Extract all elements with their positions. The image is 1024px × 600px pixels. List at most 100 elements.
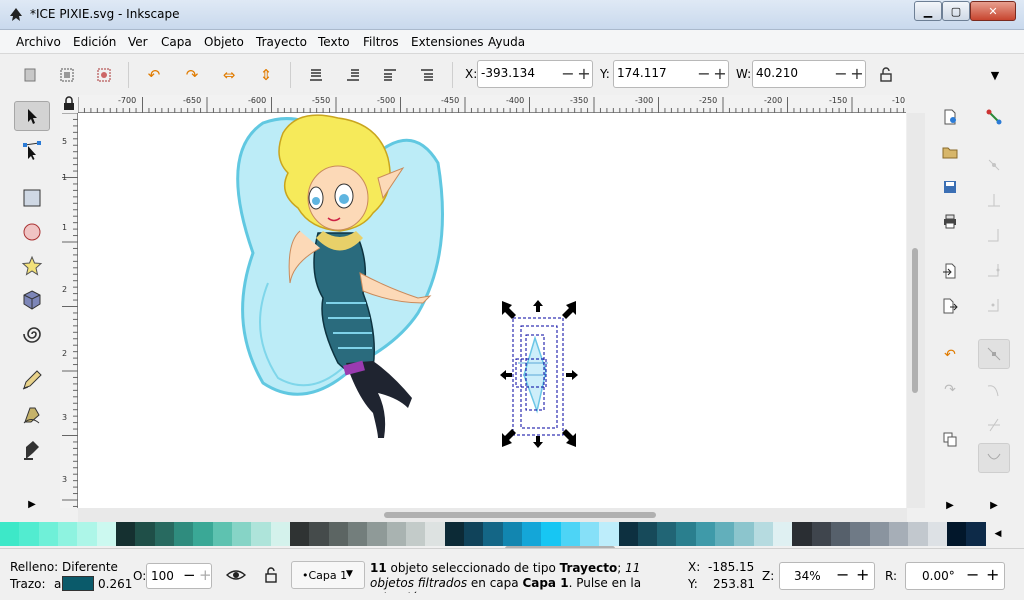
x-decrement-button[interactable]: −	[560, 64, 576, 84]
close-button[interactable]: ✕	[970, 1, 1016, 21]
pencil-tool-icon[interactable]	[14, 365, 50, 395]
palette-swatch[interactable]	[193, 522, 213, 546]
undo-icon[interactable]: ↶	[938, 343, 962, 367]
rotate-increment-button[interactable]: +	[986, 565, 999, 584]
palette-swatch[interactable]	[115, 522, 136, 546]
palette-swatch[interactable]	[386, 522, 406, 546]
palette-swatch[interactable]	[463, 522, 484, 546]
palette-swatch[interactable]	[850, 522, 870, 546]
palette-swatch[interactable]	[135, 522, 155, 546]
palette-swatch[interactable]	[425, 522, 445, 546]
palette-swatch[interactable]	[637, 522, 658, 546]
palette-swatch[interactable]	[792, 522, 812, 546]
minimize-button[interactable]: ▁	[914, 1, 942, 21]
snap-bbox-center-icon[interactable]	[982, 293, 1006, 317]
opacity-spinbox[interactable]: 100 − +	[146, 563, 212, 589]
calligraphy-tool-icon[interactable]	[14, 435, 50, 465]
palette-swatch[interactable]	[405, 522, 426, 546]
lower-icon[interactable]	[341, 63, 365, 87]
zoom-spinbox[interactable]: 34% − +	[779, 562, 875, 590]
w-decrement-button[interactable]: −	[833, 64, 849, 84]
maximize-button[interactable]: ▢	[942, 1, 970, 21]
import-icon[interactable]	[938, 259, 962, 283]
palette-swatch[interactable]	[57, 522, 78, 546]
snap-bbox-icon[interactable]	[982, 153, 1006, 177]
layer-dropdown[interactable]: •Capa 1 ▼	[291, 561, 365, 589]
snap-enable-icon[interactable]	[982, 105, 1006, 129]
palette-swatch[interactable]	[676, 522, 696, 546]
rotate-ccw-icon[interactable]: ↶	[142, 63, 166, 87]
fill-value[interactable]: Diferente	[62, 560, 118, 574]
layer-visibility-eye-icon[interactable]	[225, 567, 247, 583]
save-icon[interactable]	[938, 175, 962, 199]
palette-swatch[interactable]	[154, 522, 174, 546]
palette-swatch[interactable]	[270, 522, 290, 546]
zoom-out-button[interactable]: −	[836, 565, 849, 584]
toolbar-overflow-icon[interactable]: ▼	[983, 63, 1007, 87]
flip-horizontal-icon[interactable]: ⇔	[217, 63, 241, 87]
w-input[interactable]	[756, 66, 834, 80]
palette-swatch[interactable]	[869, 522, 890, 546]
palette-swatch[interactable]	[753, 522, 774, 546]
zoom-value[interactable]: 34%	[794, 569, 821, 583]
print-icon[interactable]	[938, 209, 962, 233]
menu-objeto[interactable]: Objeto	[204, 35, 244, 49]
menu-trayecto[interactable]: Trayecto	[256, 35, 307, 49]
toolbox-more-icon[interactable]: ▶	[14, 489, 50, 519]
y-spinbox[interactable]: − +	[613, 60, 729, 88]
x-spinbox[interactable]: − +	[477, 60, 593, 88]
lower-to-bottom-icon[interactable]	[304, 63, 328, 87]
menu-ayuda[interactable]: Ayuda	[488, 35, 525, 49]
rotation-value[interactable]: 0.00°	[922, 569, 955, 583]
rotate-decrement-button[interactable]: −	[966, 565, 979, 584]
ellipse-tool-icon[interactable]	[14, 217, 50, 247]
y-decrement-button[interactable]: −	[696, 64, 712, 84]
snap-more-icon[interactable]: ▶	[982, 493, 1006, 517]
commands-more-icon[interactable]: ▶	[938, 493, 962, 517]
palette-swatch[interactable]	[173, 522, 194, 546]
snap-paths-icon[interactable]	[982, 378, 1006, 402]
horizontal-scrollbar[interactable]	[78, 508, 907, 522]
snap-cusp-nodes-icon[interactable]	[978, 443, 1010, 473]
open-folder-icon[interactable]	[938, 140, 962, 164]
menu-ver[interactable]: Ver	[128, 35, 148, 49]
palette-swatch[interactable]	[599, 522, 619, 546]
pen-tool-icon[interactable]	[14, 399, 50, 429]
opacity-increment-button[interactable]: +	[199, 566, 212, 584]
palette-swatch[interactable]	[483, 522, 503, 546]
palette-swatch[interactable]	[695, 522, 716, 546]
guide-lock-icon[interactable]	[60, 95, 78, 113]
drawing-canvas[interactable]	[78, 113, 906, 508]
menu-extensiones[interactable]: Extensiones	[411, 35, 484, 49]
spiral-tool-icon[interactable]	[14, 319, 50, 349]
palette-swatch[interactable]	[579, 522, 600, 546]
x-input[interactable]	[481, 66, 559, 80]
w-increment-button[interactable]: +	[849, 64, 865, 84]
redo-icon[interactable]: ↷	[938, 378, 962, 402]
layer-lock-icon[interactable]	[263, 566, 279, 584]
ice-pixie-illustration[interactable]	[236, 114, 444, 438]
menu-filtros[interactable]: Filtros	[363, 35, 399, 49]
node-tool-icon[interactable]	[14, 135, 50, 165]
palette-swatch[interactable]	[309, 522, 329, 546]
menu-archivo[interactable]: Archivo	[16, 35, 61, 49]
stroke-width-value[interactable]: 0.261	[98, 577, 132, 591]
palette-swatch[interactable]	[521, 522, 542, 546]
color-palette[interactable]	[0, 522, 986, 546]
palette-swatch[interactable]	[212, 522, 232, 546]
palette-swatch[interactable]	[734, 522, 754, 546]
raise-icon[interactable]	[378, 63, 402, 87]
palette-swatch[interactable]	[560, 522, 580, 546]
rectangle-tool-icon[interactable]	[14, 183, 50, 213]
rotation-spinbox[interactable]: 0.00° − +	[905, 562, 1005, 590]
y-increment-button[interactable]: +	[712, 64, 728, 84]
selected-path-group[interactable]	[512, 317, 564, 436]
star-tool-icon[interactable]	[14, 251, 50, 281]
lock-proportions-icon[interactable]	[874, 63, 898, 87]
opacity-decrement-button[interactable]: −	[183, 566, 196, 584]
opacity-value[interactable]: 100	[151, 569, 174, 583]
palette-swatch[interactable]	[618, 522, 638, 546]
stroke-color-swatch[interactable]	[62, 576, 94, 591]
rotate-cw-icon[interactable]: ↷	[180, 63, 204, 87]
select-all-icon[interactable]	[18, 63, 42, 87]
